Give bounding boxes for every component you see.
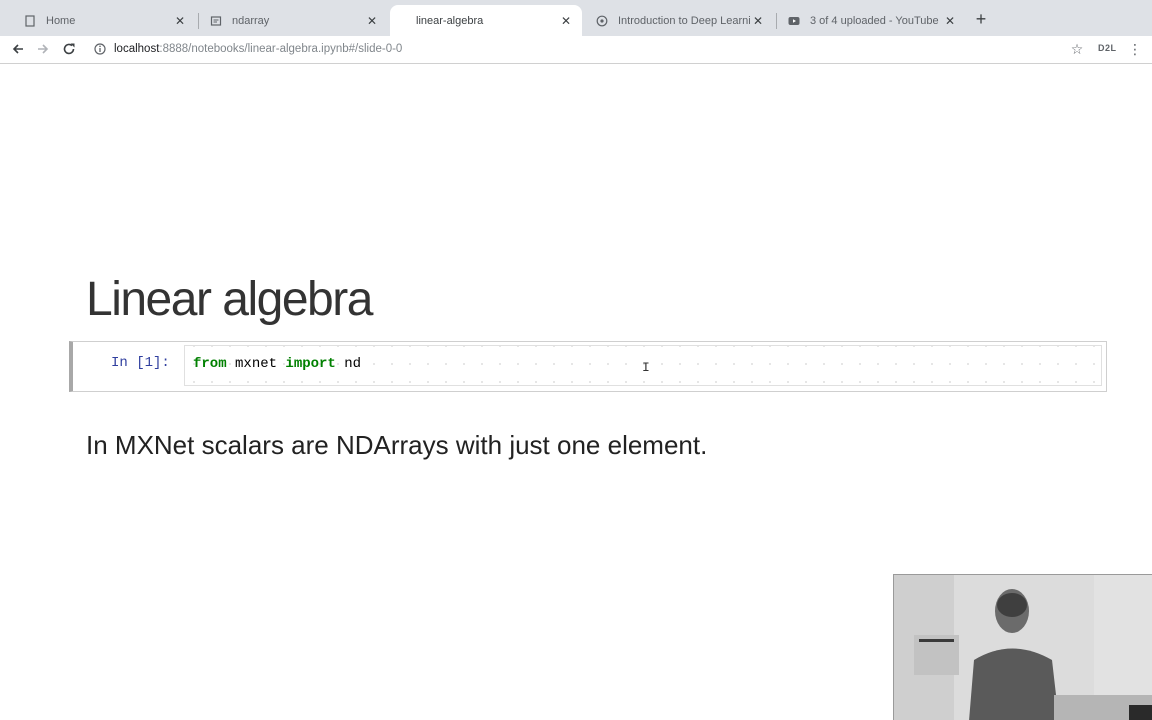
back-button[interactable]: [8, 39, 28, 59]
address-bar[interactable]: localhost:8888/notebooks/linear-algebra.…: [88, 38, 1088, 60]
more-menu-icon[interactable]: ⋮: [1128, 40, 1142, 58]
close-icon[interactable]: ✕: [750, 13, 766, 29]
close-icon[interactable]: ✕: [364, 13, 380, 29]
module-name: mxnet: [226, 356, 286, 372]
page-icon: [24, 14, 36, 27]
slide-text: In MXNet scalars are NDArrays with just …: [86, 430, 708, 460]
forward-button[interactable]: [33, 39, 53, 59]
browser-toolbar: localhost:8888/notebooks/linear-algebra.…: [0, 36, 1152, 64]
code-cell[interactable]: In [1]: from mxnet import nd I: [69, 341, 1107, 392]
browser-tab-strip: Home ✕ ndarray ✕ linear-algebra ✕ Introd…: [0, 0, 1152, 36]
tab-title: Introduction to Deep Learning: [618, 14, 750, 27]
arrow-right-icon: [38, 44, 49, 54]
tab-title: Home: [46, 14, 76, 27]
close-icon[interactable]: ✕: [942, 13, 958, 29]
tab-title: 3 of 4 uploaded - YouTube: [810, 14, 939, 27]
tab-youtube[interactable]: 3 of 4 uploaded - YouTube ✕: [776, 5, 966, 36]
code-line: from mxnet import nd: [193, 356, 361, 372]
tab-title: linear-algebra: [416, 14, 484, 27]
url-host: localhost: [114, 43, 160, 55]
bookmark-star-icon[interactable]: ☆: [1069, 41, 1085, 57]
notebook-icon: [404, 15, 408, 27]
extension-badge[interactable]: D2L: [1098, 43, 1117, 53]
keyword-import: import: [285, 356, 336, 372]
slide-title: Linear algebra: [86, 273, 373, 326]
tab-title: ndarray: [232, 14, 270, 27]
url-path: :8888/notebooks/linear-algebra.ipynb#/sl…: [159, 43, 403, 55]
info-icon: [94, 43, 106, 55]
input-prompt: In [1]:: [111, 355, 170, 371]
tab-home[interactable]: Home ✕: [12, 5, 196, 36]
globe-icon: [596, 15, 608, 27]
close-icon[interactable]: ✕: [172, 13, 188, 29]
youtube-icon: [788, 15, 800, 27]
tab-ndarray[interactable]: ndarray ✕: [198, 5, 388, 36]
text-cursor-icon: I: [642, 360, 650, 375]
notebook-icon: [210, 15, 222, 27]
close-icon[interactable]: ✕: [558, 13, 574, 29]
tab-introduction-to-deep-learning[interactable]: Introduction to Deep Learning ✕: [584, 5, 774, 36]
new-tab-button[interactable]: +: [972, 10, 990, 28]
reload-icon: [63, 43, 75, 55]
reload-button[interactable]: [59, 39, 79, 59]
webcam-image: [894, 575, 1152, 720]
webcam-overlay: [893, 574, 1152, 720]
code-input-area[interactable]: from mxnet import nd I: [184, 345, 1102, 386]
tab-linear-algebra[interactable]: linear-algebra ✕: [390, 5, 582, 36]
arrow-left-icon: [12, 44, 23, 54]
keyword-from: from: [193, 356, 227, 372]
imported-name: nd: [335, 356, 362, 372]
